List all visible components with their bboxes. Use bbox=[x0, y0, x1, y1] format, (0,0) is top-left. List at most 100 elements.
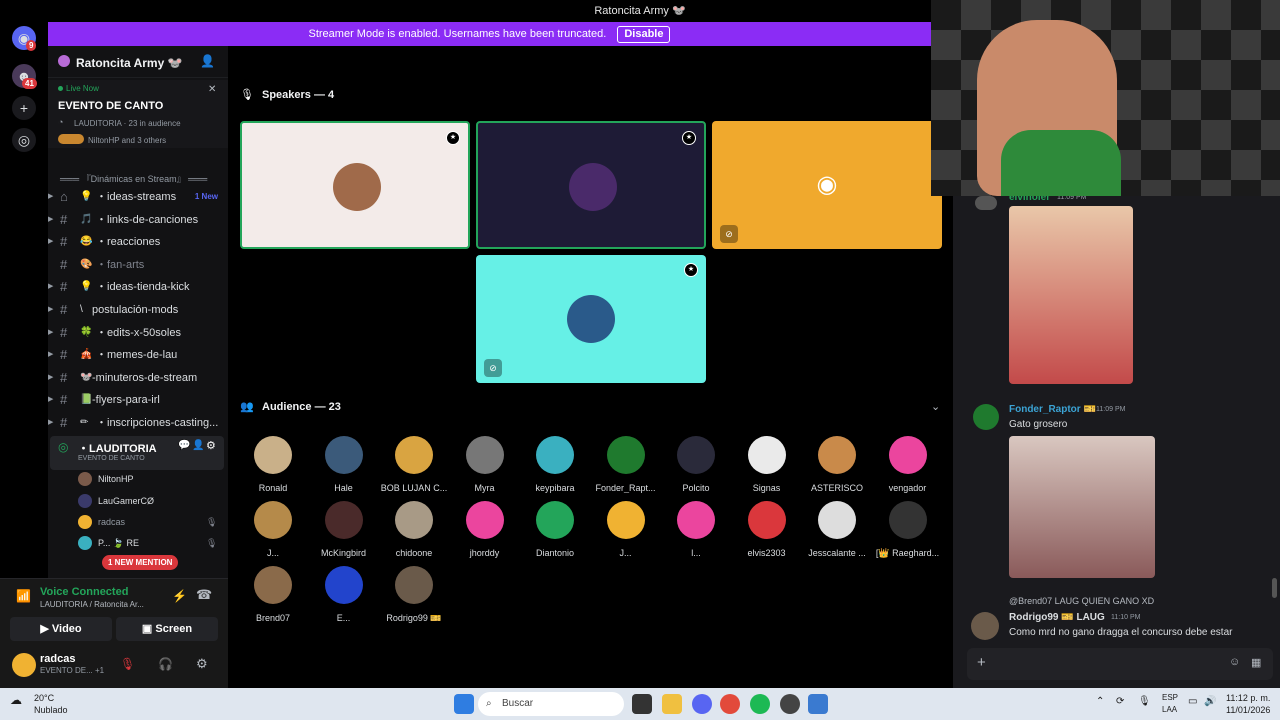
audience-member[interactable]: Diantonio bbox=[520, 501, 590, 558]
category-label[interactable]: ═══ 『Dinámicas en Stream』 ═══ bbox=[60, 172, 207, 185]
audience-member[interactable]: J... bbox=[591, 501, 661, 558]
chevron-down-icon[interactable]: ⌄ bbox=[931, 400, 940, 413]
noise-suppression-icon[interactable]: ⚡ bbox=[172, 589, 187, 603]
notepad-icon[interactable] bbox=[808, 694, 828, 714]
audience-member[interactable]: chidoone bbox=[379, 501, 449, 558]
channel-minuteros[interactable]: ▶ # 🐭 -minuteros-de-stream bbox=[48, 367, 228, 389]
hash-icon: # bbox=[60, 212, 68, 227]
message-author[interactable]: Rodrigo99 🎫 LAUG bbox=[1009, 612, 1105, 623]
channel-ideas-streams[interactable]: ▶ ⌂ 💡 ・ideas-streams 1 New bbox=[48, 186, 228, 208]
task-view-icon[interactable] bbox=[632, 694, 652, 714]
volume-icon[interactable]: 🔊 bbox=[1204, 696, 1216, 707]
language[interactable]: ESP bbox=[1162, 693, 1178, 702]
clock-time[interactable]: 11:12 p. m. bbox=[1226, 693, 1270, 703]
speaker-tile[interactable]: ★ bbox=[240, 121, 470, 249]
gear-icon[interactable]: ⚙ bbox=[196, 656, 208, 672]
avatar[interactable] bbox=[971, 612, 999, 640]
audience-member[interactable]: keypibara bbox=[520, 436, 590, 493]
audience-member[interactable]: l... bbox=[661, 501, 731, 558]
audience-member[interactable]: Myra bbox=[450, 436, 520, 493]
audience-member[interactable]: E... bbox=[309, 566, 379, 623]
emoji-icon[interactable]: ☺ bbox=[1229, 656, 1240, 668]
channel-links-de-canciones[interactable]: ▶ # 🎵 ・links-de-canciones bbox=[48, 209, 228, 231]
chrome-icon[interactable] bbox=[720, 694, 740, 714]
channel-emoji: 🎨 bbox=[80, 259, 93, 270]
audience-member[interactable]: vengador bbox=[873, 436, 943, 493]
voice-connected-title: Voice Connected bbox=[40, 586, 129, 598]
speaker-tile[interactable]: ◉ ⊘ bbox=[712, 121, 942, 249]
disconnect-icon[interactable]: ☎ bbox=[196, 587, 212, 603]
chevron-down-icon[interactable]: ⌄ bbox=[166, 54, 174, 65]
audience-member[interactable]: J... bbox=[238, 501, 308, 558]
file-explorer-icon[interactable] bbox=[662, 694, 682, 714]
channel-label: ・inscripciones-casting... bbox=[96, 417, 219, 429]
channel-fan-arts[interactable]: # 🎨 ・fan-arts bbox=[48, 254, 228, 276]
signal-icon[interactable]: 📶 bbox=[16, 589, 31, 603]
chevron-up-icon[interactable]: ⌃ bbox=[1096, 696, 1104, 707]
search-input[interactable]: ⌕ Buscar bbox=[478, 692, 624, 716]
plus-icon[interactable]: + bbox=[977, 654, 986, 671]
channel-ideas-tienda-kick[interactable]: ▶ # 💡 ・ideas-tienda-kick bbox=[48, 276, 228, 298]
avatar bbox=[78, 472, 92, 486]
avatar[interactable] bbox=[975, 196, 997, 210]
audience-member[interactable]: Hale bbox=[309, 436, 379, 493]
gear-icon[interactable]: ⚙ bbox=[206, 439, 216, 452]
display-icon[interactable]: ▭ bbox=[1188, 696, 1197, 707]
spotify-icon[interactable] bbox=[750, 694, 770, 714]
image-attachment[interactable] bbox=[1009, 436, 1155, 578]
audience-member[interactable]: Ronald bbox=[238, 436, 308, 493]
server-header[interactable]: Ratoncita Army 🐭 ⌄ 👤 bbox=[48, 46, 228, 78]
sync-icon[interactable]: ⟳ bbox=[1116, 696, 1124, 707]
channel-edits[interactable]: ▶ # 🍀 ・edits-x-50soles bbox=[48, 322, 228, 344]
channel-flyers[interactable]: ▶ # 📗 -flyers-para-irl bbox=[48, 389, 228, 411]
avatar[interactable] bbox=[12, 653, 36, 677]
chat-input[interactable]: + ☺ ▦ bbox=[967, 648, 1273, 680]
obs-icon[interactable] bbox=[780, 694, 800, 714]
message-author[interactable]: Fonder_Raptor 🎫 bbox=[1009, 404, 1096, 415]
audience-member[interactable]: Brend07 bbox=[238, 566, 308, 623]
audience-member[interactable]: Polcito bbox=[661, 436, 731, 493]
speaker-tile[interactable]: ★ bbox=[476, 121, 706, 249]
weather-icon[interactable]: ☁ bbox=[10, 693, 22, 707]
audience-member[interactable]: [👑 Raeghard... bbox=[873, 501, 943, 559]
speaker-tile[interactable]: ★ ⊘ bbox=[476, 255, 706, 383]
disable-button[interactable]: Disable bbox=[617, 26, 671, 43]
audience-member[interactable]: ASTERISCO bbox=[802, 436, 872, 493]
mic-muted-icon[interactable]: 🎙 bbox=[120, 657, 135, 671]
voice-channel-lauditoria[interactable]: ◎ ・LAUDITORIA EVENTO DE CANTO 💬 👤 ⚙ bbox=[50, 436, 224, 470]
channel-reacciones[interactable]: ▶ # 😂 ・reacciones bbox=[48, 231, 228, 253]
avatar bbox=[536, 436, 574, 474]
audience-member[interactable]: Rodrigo99 🎫 bbox=[379, 566, 449, 624]
add-member-icon[interactable]: 👤 bbox=[200, 54, 215, 68]
audience-member[interactable]: Fonder_Rapt... bbox=[591, 436, 661, 493]
channel-postulacion-mods[interactable]: ▶ # \ postulación-mods bbox=[48, 299, 228, 321]
audience-member[interactable]: jhorddy bbox=[450, 501, 520, 558]
video-button[interactable]: ▶ Video bbox=[10, 617, 112, 641]
add-server-icon[interactable]: + bbox=[12, 96, 36, 120]
explore-icon[interactable]: ◎ bbox=[12, 128, 36, 152]
headphones-icon[interactable]: 🎧 bbox=[158, 657, 173, 671]
channel-memes-de-lau[interactable]: ▶ # 🎪 ・memes-de-lau bbox=[48, 344, 228, 366]
channel-emoji: 📗 bbox=[80, 394, 93, 405]
audience-member[interactable]: Signas bbox=[732, 436, 802, 493]
avatar[interactable] bbox=[973, 404, 999, 430]
add-user-icon[interactable]: 👤 bbox=[192, 440, 204, 451]
discord-app-icon[interactable] bbox=[692, 694, 712, 714]
chat-icon[interactable]: 💬 bbox=[178, 440, 190, 451]
scrollbar[interactable] bbox=[1272, 578, 1277, 598]
audience-member[interactable]: BOB LUJAN C... bbox=[379, 436, 449, 493]
voice-connected-sub[interactable]: LAUDITORIA / Ratoncita Ar... bbox=[40, 600, 144, 609]
channel-inscripciones[interactable]: ▶ # ✏ ・inscripciones-casting... bbox=[48, 412, 228, 434]
screen-share-button[interactable]: ▣ Screen bbox=[116, 617, 218, 641]
avatar bbox=[465, 501, 504, 539]
new-mention-badge[interactable]: 1 NEW MENTION bbox=[102, 555, 179, 570]
audience-member[interactable]: Jesscalante ... bbox=[802, 501, 872, 558]
close-icon[interactable]: ✕ bbox=[208, 84, 216, 95]
image-attachment[interactable] bbox=[1009, 206, 1133, 384]
audience-member[interactable]: McKingbird bbox=[309, 501, 379, 558]
audience-member[interactable]: elvis2303 bbox=[732, 501, 802, 558]
mic-icon[interactable]: 🎙 bbox=[1138, 696, 1151, 707]
gif-icon[interactable]: ▦ bbox=[1251, 656, 1261, 669]
windows-start-icon[interactable] bbox=[454, 694, 474, 714]
reply-preview[interactable]: @Brend07 LAUG QUIEN GANO XD bbox=[1009, 596, 1154, 606]
